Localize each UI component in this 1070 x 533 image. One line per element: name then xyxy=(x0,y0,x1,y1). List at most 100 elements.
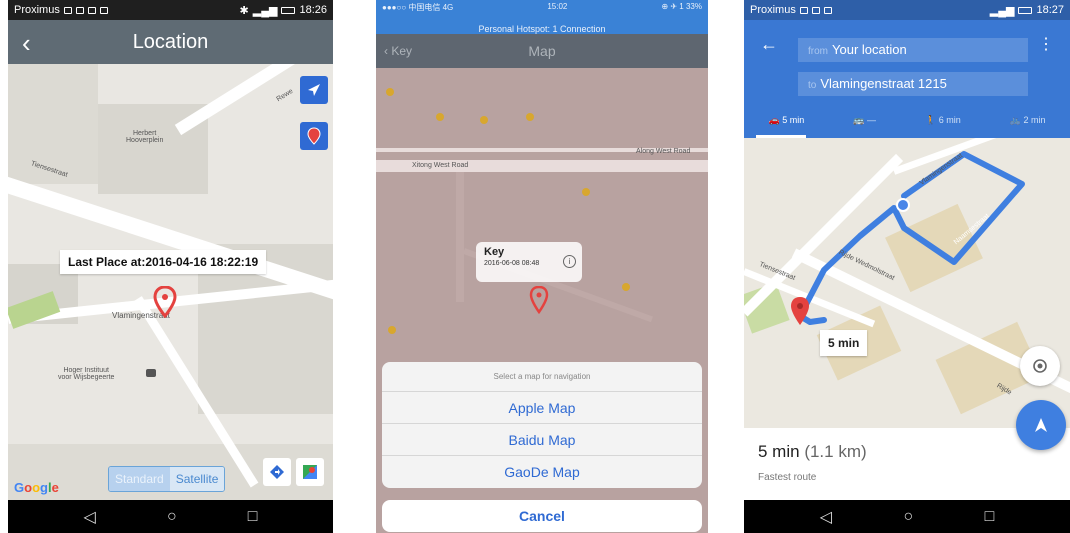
mode-bike-time: 2 min xyxy=(1023,114,1046,125)
my-location-dot xyxy=(896,198,910,212)
battery-icon xyxy=(281,6,296,14)
notification-icon xyxy=(823,6,832,14)
poi-icon xyxy=(436,113,444,121)
back-nav-icon[interactable]: ◁ xyxy=(84,507,96,527)
summary-line: 5 min (1.1 km) xyxy=(758,442,867,462)
navigation-arrow-icon xyxy=(1035,418,1047,432)
callout-name: Key xyxy=(484,246,505,258)
nav-bar: ‹ Key Map xyxy=(376,34,708,68)
back-arrow-icon[interactable]: ← xyxy=(760,34,778,55)
from-value: Your location xyxy=(832,42,907,57)
car-icon: 🚗 xyxy=(768,114,780,125)
carrier-label: Proximus xyxy=(750,4,796,16)
bus-icon: 🚌 xyxy=(853,114,865,125)
notification-icon xyxy=(63,6,72,14)
key-callout[interactable]: Key 2016-06-08 08:48 i xyxy=(476,242,582,282)
crosshair-icon xyxy=(1033,359,1047,373)
mode-transit[interactable]: 🚌 — xyxy=(853,115,876,126)
route-line xyxy=(797,151,1025,325)
marker-button[interactable] xyxy=(300,122,328,150)
standard-option[interactable]: Standard xyxy=(109,467,170,491)
poi-icon xyxy=(582,188,590,196)
satellite-option[interactable]: Satellite xyxy=(169,467,225,491)
navigation-arrow-icon xyxy=(308,84,320,96)
directions-button[interactable] xyxy=(263,458,291,486)
notification-icon xyxy=(87,6,96,14)
to-prefix: to xyxy=(808,80,817,91)
notification-icon xyxy=(811,6,820,14)
mode-bike[interactable]: 🚲 2 min xyxy=(1010,115,1046,126)
status-time: 18:27 xyxy=(1036,4,1064,16)
google-maps-icon xyxy=(303,465,317,479)
bike-icon: 🚲 xyxy=(1009,114,1021,125)
back-button[interactable]: ‹ Key xyxy=(384,44,412,58)
route-time-label: 5 min xyxy=(820,330,868,356)
map-type-toggle: Standard Satellite xyxy=(108,466,226,492)
back-label: Key xyxy=(391,44,413,58)
poi-icon xyxy=(526,113,534,121)
red-marker-icon xyxy=(307,127,321,145)
mode-walk-time: 6 min xyxy=(938,114,961,125)
callout-time: 2016-06-08 08:48 xyxy=(484,260,540,267)
home-nav-icon[interactable]: ○ xyxy=(167,508,177,526)
mode-walk[interactable]: 🚶 6 min xyxy=(925,115,961,126)
navigate-button[interactable] xyxy=(300,76,328,104)
travel-modes: 🚗 5 min 🚌 — 🚶 6 min 🚲 2 min xyxy=(744,106,1070,134)
poi-icon xyxy=(388,326,396,334)
from-field[interactable]: from Your location xyxy=(798,38,1028,62)
status-bar: Proximus ✱ ▂▄▆ 18:26 xyxy=(8,0,333,20)
last-place-callout: Last Place at:2016-04-16 18:22:19 xyxy=(60,250,267,274)
destination-pin-icon[interactable] xyxy=(790,296,810,326)
info-icon[interactable]: i xyxy=(563,255,576,268)
carrier-label: Proximus xyxy=(14,4,60,16)
road-label: Along West Road xyxy=(636,148,691,155)
signal-icon: ▂▄▆ xyxy=(252,4,278,17)
notification-icon xyxy=(75,6,84,14)
phone-screen-directions: Proximus ▂▄▆ 18:27 ← ⋮ from Your location… xyxy=(744,0,1070,533)
recents-nav-icon[interactable]: □ xyxy=(248,508,258,526)
location-pin-icon[interactable] xyxy=(529,286,549,314)
map-label-hoger: Hoger Instituut voor Wijsbegeerte xyxy=(58,367,115,381)
status-bar: Proximus ▂▄▆ 18:27 xyxy=(744,0,1070,20)
battery-icon xyxy=(1018,6,1033,14)
directions-header: ← ⋮ from Your location to Vlamingenstraat … xyxy=(744,20,1070,138)
map-view[interactable]: Tiensestraat Rijde Wedmolstraat Vlaminge… xyxy=(744,138,1070,428)
to-field[interactable]: to Vlamingenstraat 1215 xyxy=(798,72,1028,96)
school-icon xyxy=(146,369,156,377)
summary-time: 5 min xyxy=(758,442,800,461)
baidu-map-option[interactable]: Baidu Map xyxy=(382,424,702,456)
bluetooth-icon: ✱ xyxy=(239,4,249,17)
location-pin-icon[interactable] xyxy=(153,286,177,318)
signal-icon: ▂▄▆ xyxy=(989,4,1015,17)
apple-map-option[interactable]: Apple Map xyxy=(382,392,702,424)
last-place-text: Last Place at:2016-04-16 18:22:19 xyxy=(68,255,259,269)
mode-car[interactable]: 🚗 5 min xyxy=(769,115,805,126)
hotspot-banner[interactable]: Personal Hotspot: 1 Connection xyxy=(376,24,708,34)
page-title: Location xyxy=(132,30,209,53)
status-indicators: ⊕ ✈ 1 33% xyxy=(661,2,702,11)
back-nav-icon[interactable]: ◁ xyxy=(820,507,832,527)
mode-car-time: 5 min xyxy=(782,114,805,125)
status-time: 15:02 xyxy=(547,2,568,11)
google-logo: Google xyxy=(14,480,59,495)
app-bar: ‹ Location xyxy=(8,20,333,64)
home-nav-icon[interactable]: ○ xyxy=(903,508,913,526)
open-maps-button[interactable] xyxy=(296,458,324,486)
gaode-map-option[interactable]: GaoDe Map xyxy=(382,456,702,488)
notification-icon xyxy=(99,6,108,14)
back-arrow-icon[interactable]: ‹ xyxy=(22,28,31,59)
map-chooser-sheet: Select a map for navigation Apple Map Ba… xyxy=(382,362,702,488)
recents-nav-icon[interactable]: □ xyxy=(985,508,995,526)
start-navigation-button[interactable] xyxy=(1016,400,1066,450)
status-time: 18:26 xyxy=(299,4,327,16)
carrier-label: ●●●○○ 中国电信 4G xyxy=(382,3,454,12)
android-nav-bar: ◁ ○ □ xyxy=(8,500,333,533)
map-view[interactable]: Herbert Hooverplein Tiensestraat Vlaming… xyxy=(8,64,333,500)
more-options-icon[interactable]: ⋮ xyxy=(1038,34,1054,54)
phone-screen-map-picker: ●●●○○ 中国电信 4G 15:02 ⊕ ✈ 1 33% Personal H… xyxy=(376,0,708,533)
my-location-button[interactable] xyxy=(1020,346,1060,386)
summary-subtitle: Fastest route xyxy=(758,472,817,483)
poi-icon xyxy=(386,88,394,96)
cancel-button[interactable]: Cancel xyxy=(382,500,702,532)
map-road xyxy=(456,172,464,302)
